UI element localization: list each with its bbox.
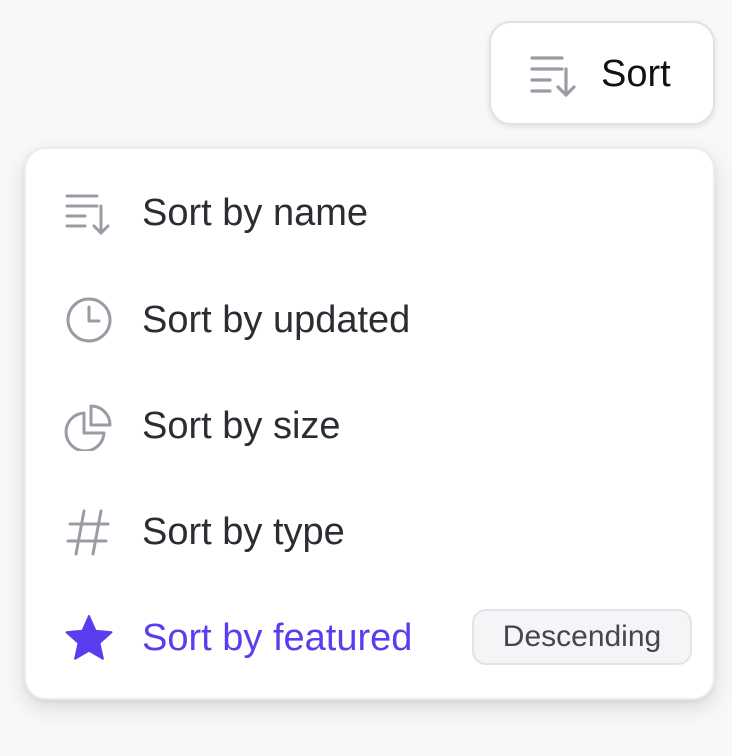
menu-item-sort-by-size[interactable]: Sort by size [26, 373, 713, 479]
page: Sort Sort by name Sort by updated Sort b… [0, 0, 732, 756]
menu-item-sort-by-type[interactable]: Sort by type [26, 479, 713, 585]
menu-item-label: Sort by type [142, 511, 345, 553]
pie-chart-icon [64, 404, 112, 451]
sort-lines-arrow-down-icon [65, 194, 110, 235]
sort-button-label: Sort [601, 53, 671, 95]
sort-lines-arrow-down-icon [530, 56, 576, 97]
sort-button[interactable]: Sort [489, 21, 715, 125]
star-icon [65, 615, 113, 660]
menu-item-label: Sort by size [142, 405, 341, 447]
menu-item-label: Sort by featured [142, 617, 413, 659]
menu-item-label: Sort by name [142, 192, 368, 234]
hash-icon [66, 509, 110, 556]
menu-item-sort-by-name[interactable]: Sort by name [26, 160, 713, 266]
clock-icon [66, 297, 112, 343]
sort-menu: Sort by name Sort by updated Sort by siz… [24, 147, 715, 700]
menu-item-label: Sort by updated [142, 299, 411, 341]
sort-direction-badge: Descending [472, 609, 692, 665]
menu-item-sort-by-updated[interactable]: Sort by updated [26, 267, 713, 373]
